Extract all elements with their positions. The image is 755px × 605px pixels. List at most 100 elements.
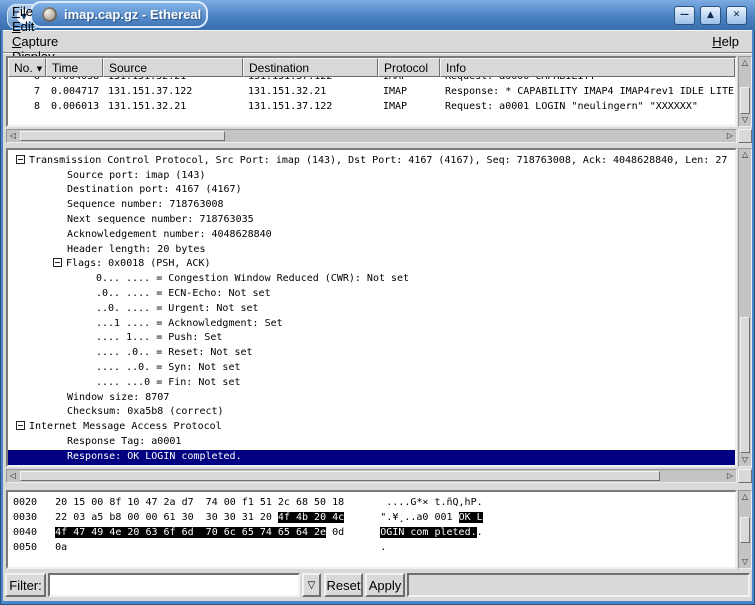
column-header-label: Protocol: [384, 61, 428, 75]
cell-time: 0.004717: [46, 84, 103, 99]
tree-line[interactable]: Flags: 0x0018 (PSH, ACK): [8, 257, 735, 272]
menu-item-capture[interactable]: Capture: [3, 34, 67, 49]
scrollbar-corner: [738, 469, 752, 483]
tree-line-text: Header length: 20 bytes: [67, 244, 205, 255]
filter-input[interactable]: [50, 575, 298, 595]
tree-line[interactable]: .... ...0 = Fin: Not set: [8, 376, 735, 391]
tree-line[interactable]: Source port: imap (143): [8, 169, 735, 184]
apply-button[interactable]: Apply: [365, 573, 405, 597]
expander-minus-icon[interactable]: [16, 148, 25, 149]
tree-line-text: .... 1... = Push: Set: [96, 332, 222, 343]
menu-item-help[interactable]: Help: [703, 30, 748, 52]
hex-dump: 0020 20 15 00 8f 10 47 2a d7 74 00 f1 51…: [8, 492, 735, 555]
tree-line[interactable]: .... ..0. = Syn: Not set: [8, 361, 735, 376]
tree-line[interactable]: 0... .... = Congestion Window Reduced (C…: [8, 272, 735, 287]
scrollbar-thumb[interactable]: [740, 317, 750, 453]
scrollbar-thumb[interactable]: [20, 471, 660, 481]
tree-line-text: ...1 .... = Acknowledgment: Set: [96, 318, 283, 329]
tree-line[interactable]: Window size: 8707: [8, 391, 735, 406]
expander-minus-icon[interactable]: [53, 258, 62, 267]
scroll-right-icon[interactable]: ▷: [724, 130, 736, 142]
filter-combo-button[interactable]: ▽: [302, 573, 321, 597]
hex-vertical-scrollbar[interactable]: △ ▽: [738, 490, 752, 569]
hex-highlight: OK L: [459, 512, 483, 523]
column-header-info[interactable]: Info: [440, 58, 735, 77]
packet-row[interactable]: 70.004717131.151.37.122131.151.32.21IMAP…: [8, 84, 735, 99]
tree-line-text: 0... .... = Congestion Window Reduced (C…: [96, 273, 409, 284]
tree-line[interactable]: Internet Protocol, Src Addr: 131.151.37.…: [8, 148, 735, 154]
hex-row[interactable]: 0040 4f 47 49 4e 20 63 6f 6d 70 6c 65 74…: [13, 525, 735, 540]
tree-line[interactable]: ..0. .... = Urgent: Not set: [8, 302, 735, 317]
tree-line[interactable]: ...1 .... = Acknowledgment: Set: [8, 317, 735, 332]
detail-vertical-scrollbar[interactable]: △ ▽: [738, 148, 752, 467]
window-title: imap.cap.gz - Ethereal: [64, 7, 201, 22]
scroll-down-icon[interactable]: ▽: [739, 454, 751, 466]
scroll-left-icon[interactable]: ◁: [7, 470, 19, 482]
tree-line[interactable]: .0.. .... = ECN-Echo: Not set: [8, 287, 735, 302]
tree-line-text: ..0. .... = Urgent: Not set: [96, 303, 259, 314]
column-header-destination[interactable]: Destination: [243, 58, 378, 77]
column-header-source[interactable]: Source: [103, 58, 243, 77]
menu-item-file[interactable]: File: [3, 4, 67, 19]
tree-line-text: .... ...0 = Fin: Not set: [96, 377, 241, 388]
detail-horizontal-scrollbar[interactable]: ◁ ▷: [6, 469, 737, 483]
tree-line[interactable]: Checksum: 0xa5b8 (correct): [8, 405, 735, 420]
tree-line-text: Next sequence number: 718763035: [67, 214, 254, 225]
tree-line-text: Internet Message Access Protocol: [29, 421, 222, 432]
maximize-button[interactable]: ▲: [700, 6, 721, 25]
tree-line[interactable]: Response: OK LOGIN completed.: [8, 450, 735, 465]
scroll-up-icon[interactable]: △: [739, 491, 751, 503]
tree-line[interactable]: Header length: 20 bytes: [8, 243, 735, 258]
cell-info: Request: a0001 LOGIN "neulingern" "XXXXX…: [440, 99, 734, 114]
expander-minus-icon[interactable]: [16, 155, 25, 164]
hex-text: 0030: [13, 512, 55, 523]
tree-line[interactable]: Destination port: 4167 (4167): [8, 183, 735, 198]
cell-info: Request: a0000 CAPABILITY: [440, 77, 734, 84]
minimize-button[interactable]: —: [674, 6, 695, 25]
tree-line[interactable]: .... 1... = Push: Set: [8, 331, 735, 346]
scroll-right-icon[interactable]: ▷: [724, 470, 736, 482]
packet-list-vertical-scrollbar[interactable]: △ ▽: [738, 56, 752, 127]
scrollbar-thumb[interactable]: [740, 517, 750, 543]
scroll-left-icon[interactable]: ◁: [7, 130, 19, 142]
column-header-time[interactable]: Time: [46, 58, 103, 77]
hex-row[interactable]: 0030 22 03 a5 b8 00 00 61 30 30 30 31 20…: [13, 510, 735, 525]
tree-line[interactable]: Internet Message Access Protocol: [8, 420, 735, 435]
scroll-down-icon[interactable]: ▽: [739, 114, 751, 126]
hex-row[interactable]: 0050 0a .: [13, 540, 735, 555]
column-header-label: No.: [14, 61, 33, 75]
tree-line[interactable]: Sequence number: 718763008: [8, 198, 735, 213]
cell-time: 0.006013: [46, 99, 103, 114]
titlebar[interactable]: ▼ imap.cap.gz - Ethereal — ▲ ✕: [0, 0, 755, 30]
packet-row[interactable]: 80.006013131.151.32.21131.151.37.122IMAP…: [8, 99, 735, 114]
scroll-up-icon[interactable]: △: [739, 57, 751, 69]
tree-line-text: .... .0.. = Reset: Not set: [96, 347, 253, 358]
column-header-protocol[interactable]: Protocol: [378, 58, 440, 77]
filter-button[interactable]: Filter:: [5, 573, 46, 597]
hex-text: 20 15 00 8f 10 47 2a d7 74 00 f1 51 2c 6…: [55, 497, 344, 508]
combo-arrow-icon: ▽: [308, 580, 316, 591]
close-button[interactable]: ✕: [726, 6, 747, 25]
reset-button[interactable]: Reset: [324, 573, 363, 597]
menubar: FileEditCaptureDisplayTools Help: [3, 30, 752, 53]
packet-row[interactable]: 60.004038131.151.32.21131.151.37.122IMAP…: [8, 77, 735, 84]
cell-time: 0.004038: [46, 77, 103, 84]
cell-no: 8: [8, 99, 46, 114]
column-header-no[interactable]: No.▼: [8, 58, 46, 77]
hex-row[interactable]: 0020 20 15 00 8f 10 47 2a d7 74 00 f1 51…: [13, 495, 735, 510]
scroll-down-icon[interactable]: ▽: [739, 556, 751, 568]
hex-text: [344, 512, 380, 523]
expander-minus-icon[interactable]: [16, 421, 25, 430]
tree-line[interactable]: Next sequence number: 718763035: [8, 213, 735, 228]
packet-list-horizontal-scrollbar[interactable]: ◁ ▷: [6, 129, 737, 143]
tree-line[interactable]: Acknowledgement number: 4048628840: [8, 228, 735, 243]
tree-line[interactable]: Response Tag: a0001: [8, 435, 735, 450]
tree-line-text: Checksum: 0xa5b8 (correct): [67, 406, 224, 417]
scrollbar-thumb[interactable]: [20, 131, 225, 141]
tree-line[interactable]: Transmission Control Protocol, Src Port:…: [8, 154, 735, 169]
scroll-up-icon[interactable]: △: [739, 149, 751, 161]
menu-item-edit[interactable]: Edit: [3, 19, 67, 34]
scrollbar-thumb[interactable]: [740, 87, 750, 114]
tree-line-text: Destination port: 4167 (4167): [67, 184, 242, 195]
tree-line[interactable]: .... .0.. = Reset: Not set: [8, 346, 735, 361]
